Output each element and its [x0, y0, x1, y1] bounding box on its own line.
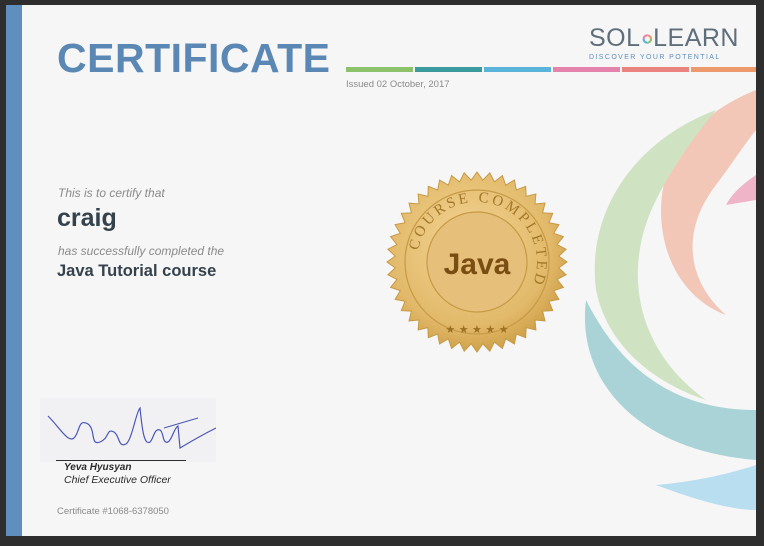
signature-line: [56, 460, 186, 461]
left-accent-bar: [6, 5, 22, 536]
certificate-page: CERTIFICATE Issued 02 October, 2017 SOL …: [6, 5, 756, 536]
stripe: [691, 67, 756, 72]
certificate-title: CERTIFICATE: [57, 35, 331, 81]
course-completed-seal: COURSE COMPLETED Java ★ ★ ★ ★ ★: [386, 171, 568, 353]
certify-text: This is to certify that: [58, 186, 165, 200]
color-stripes: [346, 67, 756, 72]
logo-text-right: LEARN: [653, 24, 739, 52]
completion-text: has successfully completed the: [58, 244, 225, 258]
sololearn-logo: SOL LEARN DISCOVER YOUR POTENTIAL: [589, 24, 739, 61]
stripe: [346, 67, 413, 72]
course-name: Java Tutorial course: [57, 262, 217, 280]
logo-ring-icon: [642, 33, 652, 44]
issue-date: Issued 02 October, 2017: [346, 79, 450, 90]
ceo-signature: [40, 398, 216, 462]
seal-stars: ★ ★ ★ ★ ★: [445, 323, 508, 336]
signer-name: Yeva Hyusyan: [64, 462, 132, 473]
stripe: [415, 67, 482, 72]
stripe: [553, 67, 620, 72]
stripe: [622, 67, 689, 72]
window-frame: CERTIFICATE Issued 02 October, 2017 SOL …: [0, 0, 764, 546]
logo-tagline: DISCOVER YOUR POTENTIAL: [589, 54, 721, 61]
seal-center-text: Java: [444, 248, 511, 281]
certificate-number: Certificate #1068-6378050: [57, 506, 169, 517]
logo-text-left: SOL: [589, 24, 641, 52]
signer-role: Chief Executive Officer: [64, 474, 171, 486]
stripe: [484, 67, 551, 72]
recipient-name: craig: [57, 204, 117, 232]
decorative-swirl: [584, 90, 756, 510]
